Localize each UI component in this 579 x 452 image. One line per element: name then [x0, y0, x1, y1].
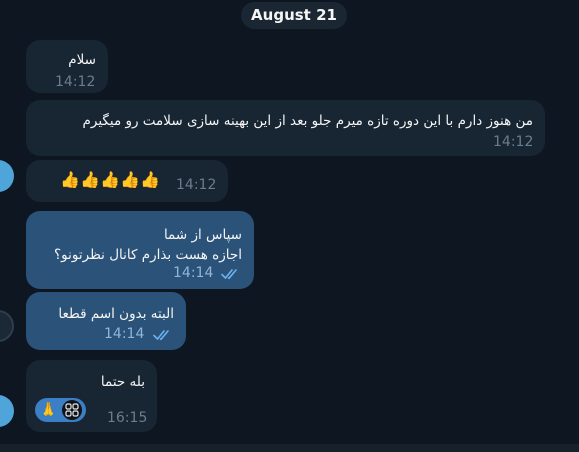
read-checkmarks-icon: [153, 330, 169, 341]
message-text: بله حتما: [100, 374, 145, 390]
message-time: 14:14: [104, 326, 145, 342]
reactor-avatar: [61, 400, 82, 420]
message-time: 14:12: [493, 134, 534, 150]
message-reaction[interactable]: 🙏: [35, 398, 86, 422]
message-emoji-text: 👍👍👍👍👍: [60, 170, 160, 189]
composer-bar-edge: [0, 444, 579, 452]
message-time: 14:14: [173, 265, 214, 281]
date-badge: August 21: [241, 2, 347, 29]
sender-avatar[interactable]: [0, 310, 14, 342]
sender-avatar[interactable]: [0, 160, 14, 192]
message-text: البته بدون اسم قطعا: [58, 306, 174, 322]
message-time: 16:15: [107, 410, 148, 426]
message-time: 14:12: [176, 177, 217, 193]
message-text: سلام: [68, 52, 96, 68]
message-text-line-1: سپاس از شما: [163, 227, 242, 243]
message-text-line-2: اجازه هست بذارم کانال نظرتونو؟: [54, 247, 242, 263]
message-bubble-outgoing[interactable]: سپاس از شما اجازه هست بذارم کانال نظرتون…: [26, 211, 254, 289]
sender-avatar[interactable]: [0, 395, 14, 427]
read-checkmarks-icon: [221, 269, 237, 280]
reactor-avatar-icon: [65, 403, 79, 417]
reaction-emoji: 🙏: [39, 401, 58, 419]
message-text: من هنوز دارم با این دوره تازه میرم جلو ب…: [82, 113, 533, 129]
message-time: 14:12: [55, 74, 96, 90]
message-bubble-incoming[interactable]: من هنوز دارم با این دوره تازه میرم جلو ب…: [26, 100, 545, 156]
